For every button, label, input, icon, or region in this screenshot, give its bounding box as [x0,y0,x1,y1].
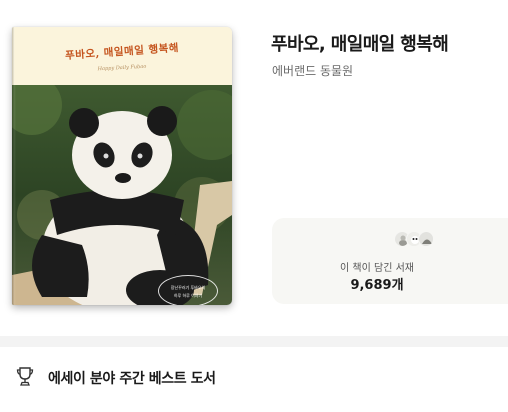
cover-badge-line1: 장난꾸러기 푸바오의 [170,285,206,290]
cover-badge-line2: 하루 하루 이야기 [173,293,203,298]
cover-badge: 장난꾸러기 푸바오의 하루 하루 이야기 [158,275,218,305]
bestseller-row[interactable]: 에세이 분야 주간 베스트 도서 [0,347,508,412]
book-author-link[interactable]: 에버랜드 동물원 [272,62,353,79]
cover-spine [12,27,16,305]
bestseller-label: 에세이 분야 주간 베스트 도서 [48,371,216,387]
shelf-avatars [394,231,434,251]
section-divider [0,336,508,347]
avatar [418,231,434,247]
book-title: 푸바오, 매일매일 행복해 [271,34,449,55]
book-cover[interactable]: 푸바오, 매일매일 행복해 Happy Daily Fubao 장난꾸러기 푸바… [12,27,232,305]
shelf-card[interactable]: 이 책이 담긴 서재 9,689개 [272,218,508,304]
trophy-icon [16,367,34,386]
shelf-label: 이 책이 담긴 서재 [340,263,414,274]
cover-header: 푸바오, 매일매일 행복해 Happy Daily Fubao [12,27,232,85]
shelf-count: 9,689개 [350,278,404,293]
panda-photo [12,85,232,305]
